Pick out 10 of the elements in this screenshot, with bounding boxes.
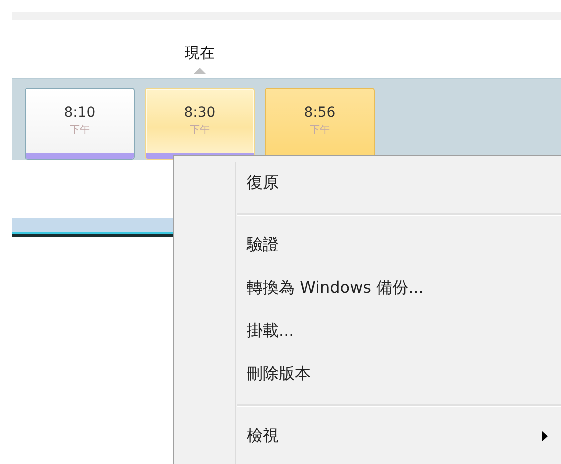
menu-item[interactable]: 掛載... — [174, 310, 561, 353]
menu-item[interactable]: 驗證 — [174, 224, 561, 267]
snapshot-tile[interactable]: 8:10 下午 — [25, 88, 135, 160]
menu-item[interactable]: 檢視 — [174, 415, 561, 458]
menu-item[interactable]: 刪除版本 — [174, 353, 561, 396]
menu-item[interactable]: 復原 — [174, 162, 561, 205]
now-label: 現在 — [185, 44, 215, 63]
snapshot-tile[interactable]: 8:30 下午 — [145, 88, 255, 160]
caret-icon — [194, 68, 206, 74]
menu-item[interactable]: 轉換為 Windows 備份... — [174, 267, 561, 310]
